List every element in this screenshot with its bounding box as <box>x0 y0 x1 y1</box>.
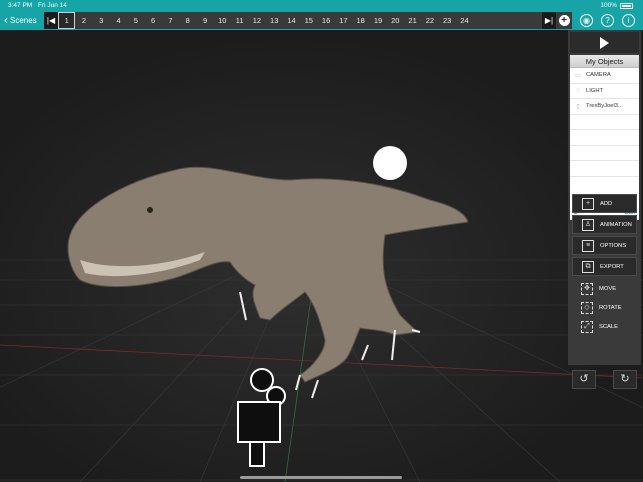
back-label: Scenes <box>10 16 37 25</box>
object-label: CAMERA <box>586 72 611 79</box>
options-button[interactable]: ≡ OPTIONS <box>572 236 637 255</box>
frame-18[interactable]: 18 <box>352 12 369 29</box>
frame-11[interactable]: 11 <box>231 12 248 29</box>
plus-icon: + <box>582 197 594 210</box>
chevron-left-icon: ‹ <box>4 13 8 27</box>
list-icon: ≡ <box>582 239 594 252</box>
frame-24[interactable]: 24 <box>456 12 473 29</box>
frame-12[interactable]: 12 <box>248 12 265 29</box>
undo-icon: ↺ <box>579 373 589 385</box>
frame-22[interactable]: 22 <box>421 12 438 29</box>
status-bar: 3:47 PM Fri Jun 14 100% <box>0 0 643 11</box>
trex-eye <box>147 207 153 213</box>
frame-strip: |◀ 1 2 3 4 5 6 7 8 9 10 11 12 13 14 15 16 17 18 19 20 21 22 23… <box>44 12 572 29</box>
model-icon: ▯ <box>576 103 580 110</box>
tool-label: ROTATE <box>599 304 622 311</box>
info-icon[interactable]: i <box>622 14 635 27</box>
app-root: 3:47 PM Fri Jun 14 100% ‹ Scenes |◀ 1234… <box>0 0 643 482</box>
frame-23[interactable]: 23 <box>439 12 456 29</box>
add-button[interactable]: + ADD <box>572 194 637 213</box>
plus-circle-icon: + <box>558 15 570 26</box>
export-button[interactable]: ⧉ EXPORT <box>572 257 637 276</box>
3d-viewport[interactable] <box>0 30 643 482</box>
trex-model[interactable] <box>67 166 469 399</box>
visibility-icon[interactable]: ◉ <box>580 14 593 27</box>
status-right: 100% <box>600 0 633 11</box>
play-icon <box>600 36 609 49</box>
frame-2[interactable]: 2 <box>75 12 92 29</box>
frame-21[interactable]: 21 <box>404 12 421 29</box>
object-row[interactable]: ▯ TrexByJoel3... <box>570 99 639 115</box>
light-gizmo[interactable] <box>373 146 407 180</box>
frame-14[interactable]: 14 <box>283 12 300 29</box>
frame-6[interactable]: 6 <box>144 12 161 29</box>
top-toolbar: ‹ Scenes |◀ 1 2 3 4 5 6 7 8 9 10 11 12 13 14 15 16 17 18 1… <box>0 11 643 30</box>
first-frame-button[interactable]: |◀ <box>44 12 58 29</box>
frame-strip-empty <box>473 12 542 29</box>
move-tool[interactable]: ✥ MOVE <box>572 279 637 298</box>
object-row-empty <box>570 130 639 146</box>
tool-label: MOVE <box>599 285 617 292</box>
skip-back-icon: |◀ <box>46 16 56 25</box>
object-row-empty <box>570 161 639 177</box>
battery-icon <box>620 2 633 9</box>
button-label: OPTIONS <box>600 242 627 249</box>
frame-19[interactable]: 19 <box>369 12 386 29</box>
scale-tool[interactable]: ⤢ SCALE <box>572 317 637 336</box>
frame-3[interactable]: 3 <box>93 12 110 29</box>
frame-1[interactable]: 1 <box>58 12 76 29</box>
rotate-tool[interactable]: ◇ ROTATE <box>572 298 637 317</box>
home-indicator[interactable] <box>240 476 402 479</box>
status-date: Fri Jun 14 <box>38 2 67 9</box>
last-frame-button[interactable]: ▶| <box>542 12 556 29</box>
scale-icon: ⤢ <box>581 320 593 333</box>
button-label: ADD <box>600 200 613 207</box>
scene-canvas <box>0 146 643 482</box>
frame-10[interactable]: 10 <box>214 12 231 29</box>
frame-13[interactable]: 13 <box>266 12 283 29</box>
redo-button[interactable]: ↻ <box>613 370 637 389</box>
rotate-icon: ◇ <box>581 301 593 314</box>
battery-percent: 100% <box>600 2 617 9</box>
skip-forward-icon: ▶| <box>544 16 554 25</box>
frame-5[interactable]: 5 <box>127 12 144 29</box>
walk-icon: ♙ <box>582 218 594 231</box>
export-icon: ⧉ <box>582 260 594 273</box>
scenes-back-button[interactable]: ‹ Scenes <box>4 11 37 30</box>
frame-8[interactable]: 8 <box>179 12 196 29</box>
object-rows: ▭ CAMERA ♢ LIGHT ▯ TrexByJoel3... <box>570 68 639 177</box>
object-row-empty <box>570 146 639 161</box>
add-frame-button[interactable]: + <box>556 12 572 29</box>
undo-button[interactable]: ↺ <box>572 370 596 389</box>
play-button[interactable] <box>570 32 639 53</box>
help-icon[interactable]: ? <box>601 14 614 27</box>
animation-button[interactable]: ♙ ANIMATION <box>572 215 637 234</box>
button-label: EXPORT <box>600 263 624 270</box>
frame-4[interactable]: 4 <box>110 12 127 29</box>
tool-label: SCALE <box>599 323 619 330</box>
status-time: 3:47 PM <box>8 2 33 9</box>
camera-gizmo[interactable] <box>237 368 286 467</box>
object-row[interactable]: ♢ LIGHT <box>570 84 639 99</box>
frame-9[interactable]: 9 <box>196 12 213 29</box>
object-label: TrexByJoel3... <box>586 103 623 110</box>
object-label: LIGHT <box>586 87 604 94</box>
frame-15[interactable]: 15 <box>300 12 317 29</box>
frame-17[interactable]: 17 <box>335 12 352 29</box>
button-label: ANIMATION <box>600 221 632 228</box>
redo-icon: ↻ <box>620 373 630 385</box>
bulb-icon: ♢ <box>575 88 581 95</box>
object-row-empty <box>570 115 639 130</box>
objects-title: My Objects <box>570 55 639 68</box>
side-panel: My Objects ▭ CAMERA ♢ LIGHT ▯ TrexByJoel3... … <box>568 30 641 389</box>
camera-icon: ▭ <box>575 72 581 79</box>
object-row[interactable]: ▭ CAMERA <box>570 68 639 84</box>
frame-16[interactable]: 16 <box>317 12 334 29</box>
frame-20[interactable]: 20 <box>387 12 404 29</box>
frame-7[interactable]: 7 <box>162 12 179 29</box>
move-icon: ✥ <box>581 282 593 295</box>
